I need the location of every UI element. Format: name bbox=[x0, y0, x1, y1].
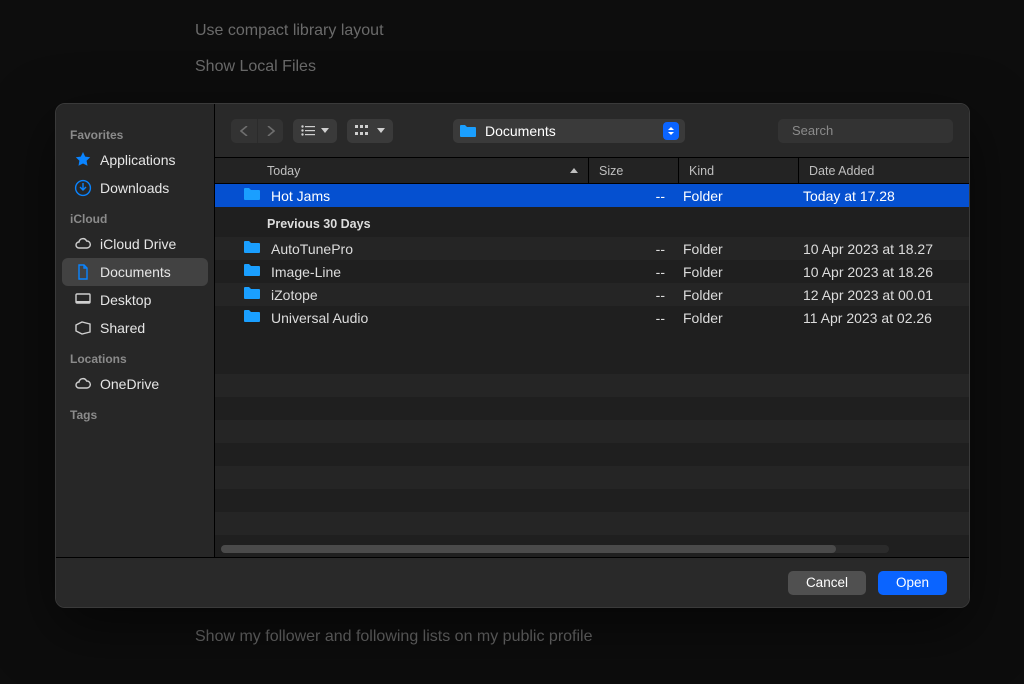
col-size[interactable]: Size bbox=[589, 158, 679, 183]
folder-icon bbox=[243, 286, 261, 303]
sidebar-item-label: OneDrive bbox=[100, 376, 159, 392]
sidebar-item-label: Documents bbox=[100, 264, 171, 280]
file-name: Hot Jams bbox=[271, 188, 330, 204]
file-kind: Folder bbox=[679, 264, 799, 280]
folder-icon bbox=[243, 187, 261, 204]
table-row[interactable]: iZotope --Folder12 Apr 2023 at 00.01 bbox=[215, 283, 969, 306]
path-popup[interactable]: Documents bbox=[453, 119, 685, 143]
file-list[interactable]: Hot Jams--FolderToday at 17.28Previous 3… bbox=[215, 184, 969, 557]
sort-asc-icon bbox=[570, 168, 578, 173]
file-size: -- bbox=[589, 264, 679, 280]
download-icon bbox=[74, 179, 92, 197]
table-row[interactable]: Image-Line --Folder10 Apr 2023 at 18.26 bbox=[215, 260, 969, 283]
bg-setting-local: Show Local Files bbox=[195, 58, 316, 76]
cloud-icon bbox=[74, 375, 92, 393]
col-date[interactable]: Date Added bbox=[799, 158, 969, 183]
col-kind[interactable]: Kind bbox=[679, 158, 799, 183]
grid-icon bbox=[355, 125, 371, 136]
sidebar: Favorites Applications Downloads iCloud iClo… bbox=[56, 104, 215, 557]
desktop-icon bbox=[74, 291, 92, 309]
file-date: 11 Apr 2023 at 02.26 bbox=[799, 310, 969, 326]
search-field[interactable] bbox=[778, 119, 953, 143]
chevron-down-icon bbox=[321, 128, 329, 133]
bg-setting-follow: Show my follower and following lists on … bbox=[195, 628, 593, 646]
list-icon bbox=[301, 125, 315, 136]
sidebar-item-applications[interactable]: Applications bbox=[62, 146, 208, 174]
nav-seg bbox=[231, 119, 283, 143]
table-row[interactable]: AutoTunePro --Folder10 Apr 2023 at 18.27 bbox=[215, 237, 969, 260]
forward-button[interactable] bbox=[257, 119, 283, 143]
apps-icon bbox=[74, 151, 92, 169]
open-dialog: Favorites Applications Downloads iCloud iClo… bbox=[55, 103, 970, 608]
file-kind: Folder bbox=[679, 287, 799, 303]
shared-icon bbox=[74, 319, 92, 337]
sidebar-item-downloads[interactable]: Downloads bbox=[62, 174, 208, 202]
sidebar-section-favorites: Favorites bbox=[56, 118, 214, 146]
main-panel: Documents Today Size Kind Date Added Hot… bbox=[215, 104, 969, 557]
sidebar-item-onedrive[interactable]: OneDrive bbox=[62, 370, 208, 398]
file-name: AutoTunePro bbox=[271, 241, 353, 257]
folder-icon bbox=[243, 263, 261, 280]
sidebar-item-label: Desktop bbox=[100, 292, 151, 308]
h-scrollbar[interactable] bbox=[221, 545, 889, 553]
file-kind: Folder bbox=[679, 188, 799, 204]
search-input[interactable] bbox=[792, 123, 968, 138]
sidebar-item-icloud-drive[interactable]: iCloud Drive bbox=[62, 230, 208, 258]
sidebar-item-label: Shared bbox=[100, 320, 145, 336]
sidebar-section-locations: Locations bbox=[56, 342, 214, 370]
file-size: -- bbox=[589, 287, 679, 303]
doc-icon bbox=[74, 263, 92, 281]
file-name: iZotope bbox=[271, 287, 318, 303]
column-headers: Today Size Kind Date Added bbox=[215, 158, 969, 184]
sidebar-item-desktop[interactable]: Desktop bbox=[62, 286, 208, 314]
col-name[interactable]: Today bbox=[215, 158, 589, 183]
file-size: -- bbox=[589, 188, 679, 204]
open-button[interactable]: Open bbox=[878, 571, 947, 595]
sidebar-item-label: Downloads bbox=[100, 180, 169, 196]
file-date: Today at 17.28 bbox=[799, 188, 969, 204]
file-size: -- bbox=[589, 241, 679, 257]
file-date: 10 Apr 2023 at 18.26 bbox=[799, 264, 969, 280]
sidebar-item-label: iCloud Drive bbox=[100, 236, 176, 252]
table-row[interactable]: Hot Jams --FolderToday at 17.28 bbox=[215, 184, 969, 207]
bg-setting-compact: Use compact library layout bbox=[195, 22, 384, 40]
dialog-footer: Cancel Open bbox=[56, 557, 969, 607]
sidebar-item-label: Applications bbox=[100, 152, 176, 168]
sidebar-item-documents[interactable]: Documents bbox=[62, 258, 208, 286]
back-button[interactable] bbox=[231, 119, 257, 143]
sidebar-item-shared[interactable]: Shared bbox=[62, 314, 208, 342]
file-date: 12 Apr 2023 at 00.01 bbox=[799, 287, 969, 303]
file-size: -- bbox=[589, 310, 679, 326]
path-label: Documents bbox=[485, 123, 556, 139]
folder-icon bbox=[243, 309, 261, 326]
group-label: Previous 30 Days bbox=[215, 207, 969, 237]
cancel-button[interactable]: Cancel bbox=[788, 571, 866, 595]
file-name: Universal Audio bbox=[271, 310, 368, 326]
cloud-icon bbox=[74, 235, 92, 253]
path-stepper-icon bbox=[663, 122, 679, 140]
sidebar-section-icloud: iCloud bbox=[56, 202, 214, 230]
file-kind: Folder bbox=[679, 241, 799, 257]
folder-icon bbox=[243, 240, 261, 257]
file-name: Image-Line bbox=[271, 264, 341, 280]
table-row[interactable]: Universal Audio --Folder11 Apr 2023 at 02… bbox=[215, 306, 969, 329]
toolbar: Documents bbox=[215, 104, 969, 158]
file-date: 10 Apr 2023 at 18.27 bbox=[799, 241, 969, 257]
view-list-button[interactable] bbox=[293, 119, 337, 143]
sidebar-section-tags: Tags bbox=[56, 398, 214, 426]
chevron-down-icon bbox=[377, 128, 385, 133]
h-scroll-thumb[interactable] bbox=[221, 545, 836, 553]
group-by-button[interactable] bbox=[347, 119, 393, 143]
file-kind: Folder bbox=[679, 310, 799, 326]
folder-icon bbox=[459, 124, 477, 138]
